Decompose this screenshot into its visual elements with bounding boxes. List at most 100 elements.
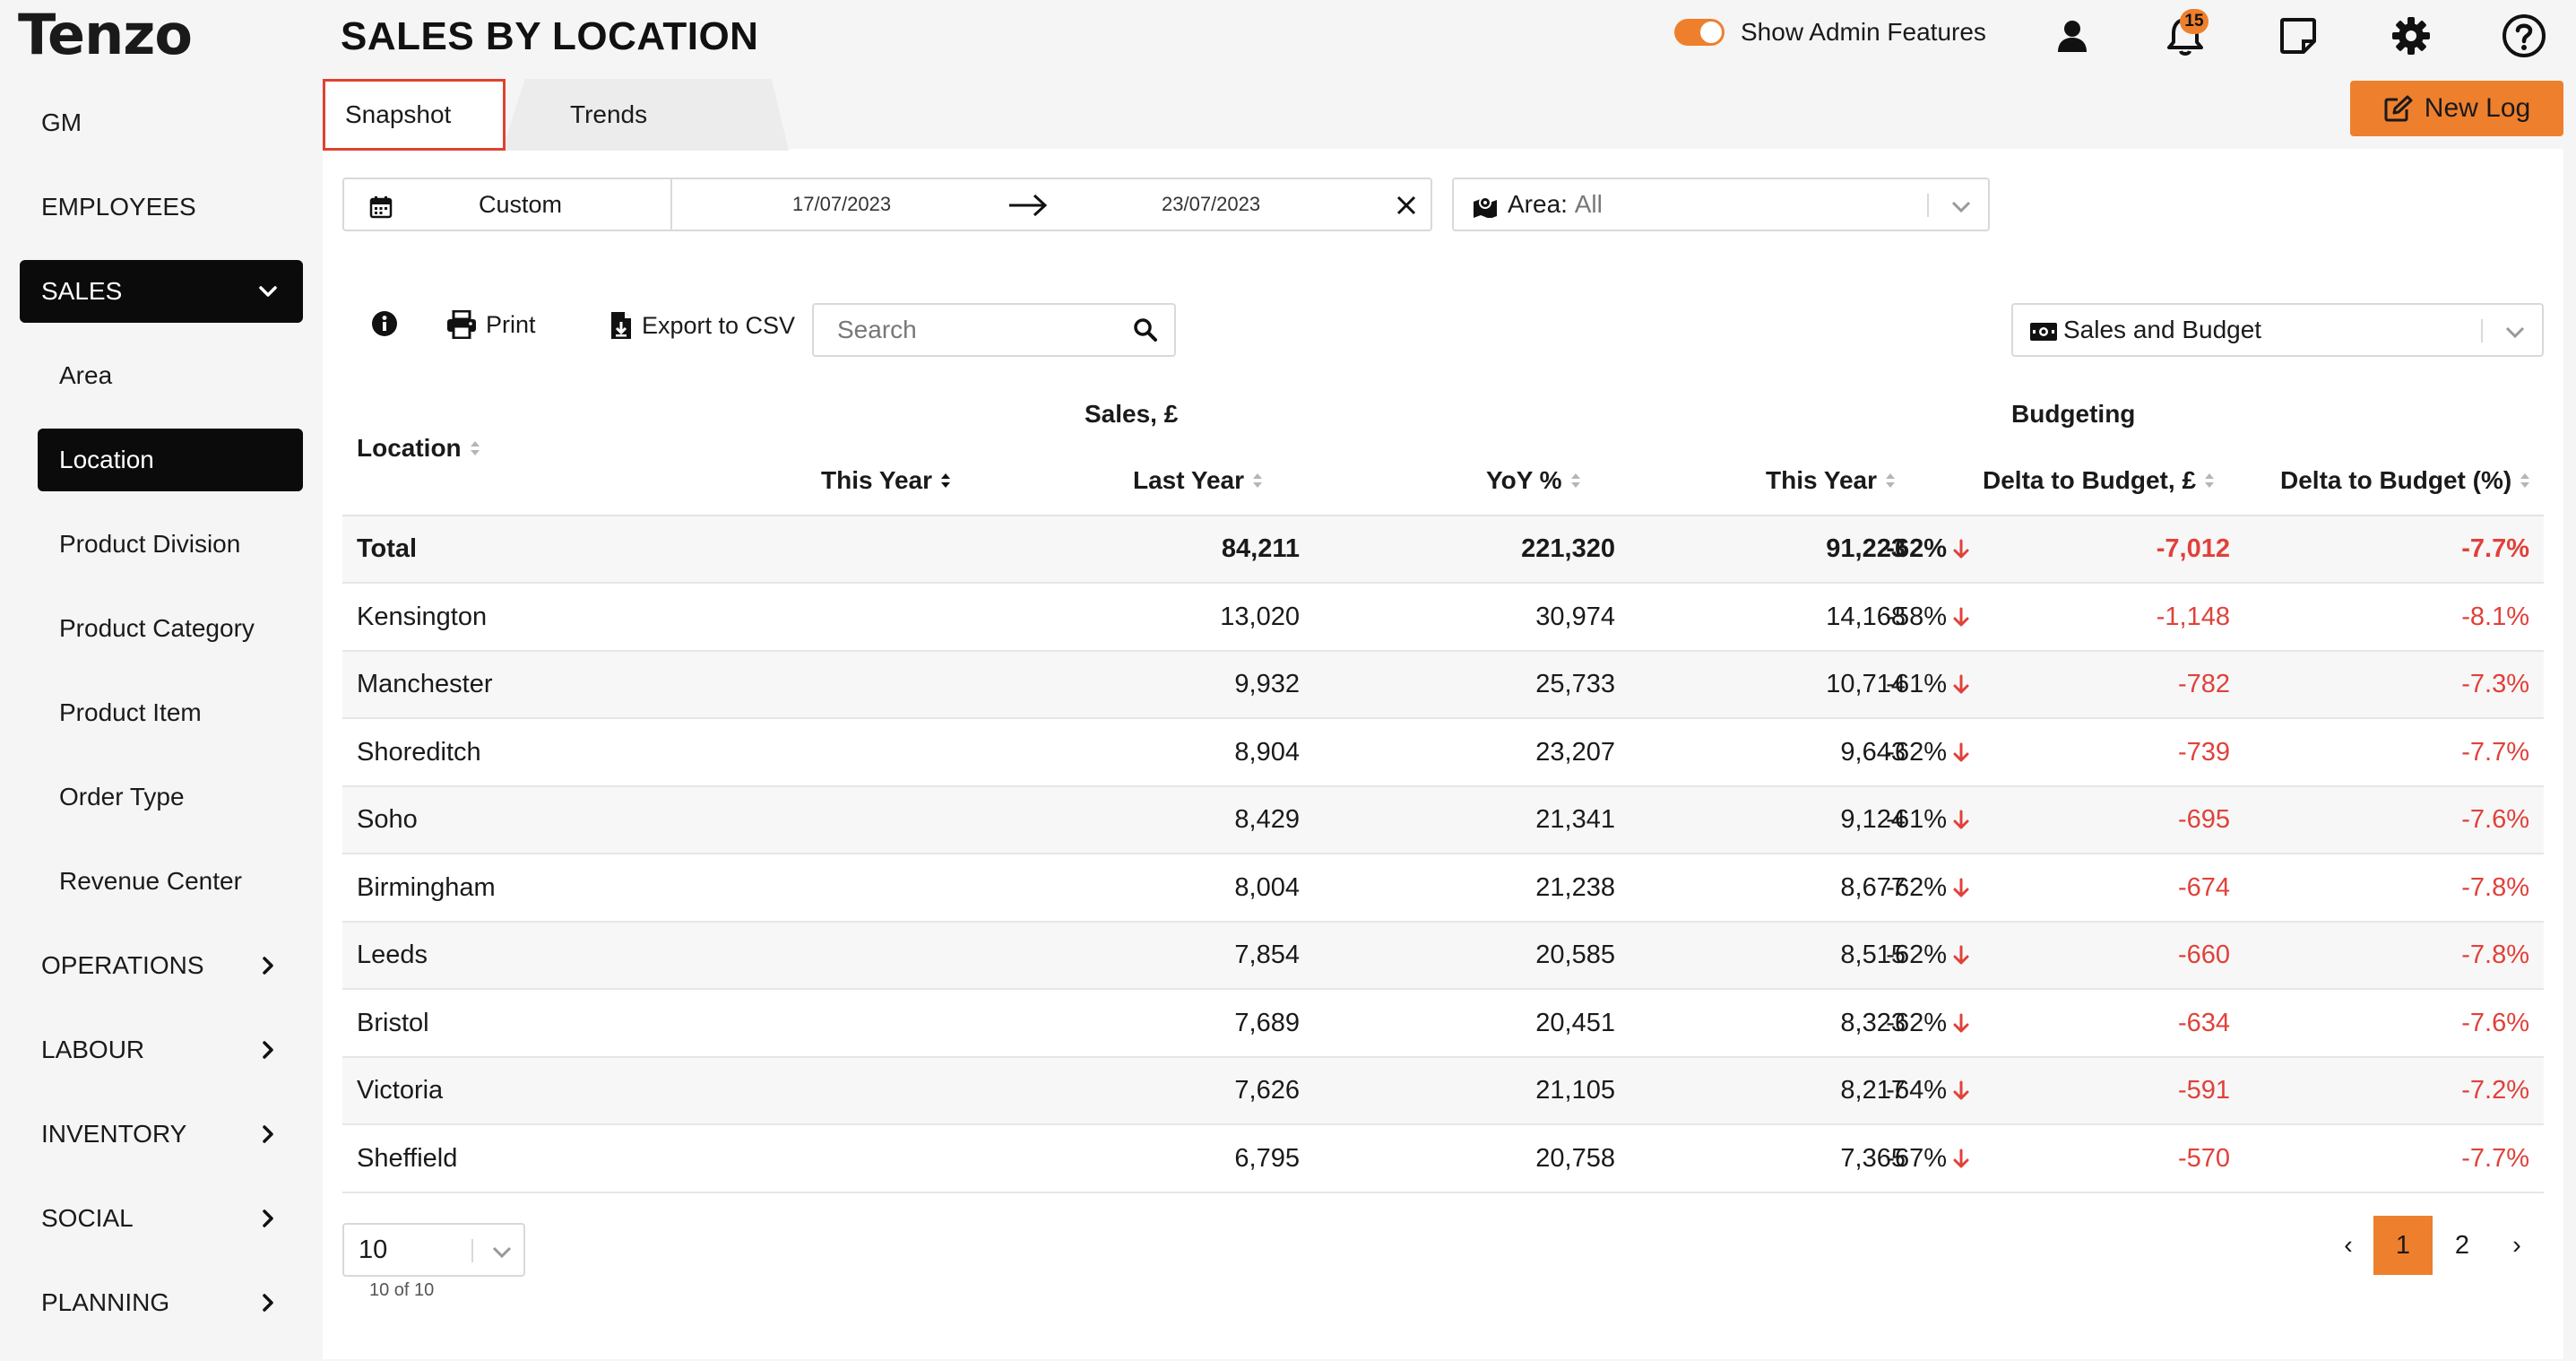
new-log-button[interactable]: New Log: [2350, 81, 2563, 136]
export-csv-button[interactable]: Export to CSV: [609, 310, 795, 341]
metric-select[interactable]: Sales and Budget: [2011, 303, 2544, 357]
map-icon: [1474, 196, 1497, 218]
col-header-label: Delta to Budget, £: [1983, 466, 2197, 494]
cell-budget-this-year: 8,677: [1840, 873, 1906, 902]
chevron-down-icon: [2505, 326, 2525, 339]
col-header-budget-this-year[interactable]: This Year: [1766, 466, 1897, 495]
cell-location: Bristol: [357, 1009, 429, 1037]
arrow-down-icon: [1952, 742, 1970, 764]
sidebar-subitem-order-type[interactable]: Order Type: [38, 766, 303, 828]
sidebar-item-inventory[interactable]: INVENTORY: [20, 1103, 303, 1166]
table-row[interactable]: Birmingham 8,004 21,238 -62% 8,677 -674 -7.8%: [342, 855, 2544, 923]
area-value: All: [1574, 190, 1603, 218]
cell-location: Leeds: [357, 941, 428, 969]
end-date-input[interactable]: 23/07/2023: [1162, 193, 1260, 216]
chevron-down-icon: [492, 1246, 512, 1259]
next-page-button[interactable]: ›: [2501, 1216, 2533, 1275]
cell-this-year: 7,626: [1234, 1076, 1300, 1105]
col-header-delta-budget-pct[interactable]: Delta to Budget (%): [2280, 466, 2531, 495]
prev-page-button[interactable]: ‹: [2332, 1216, 2364, 1275]
sidebar-subitem-area[interactable]: Area: [38, 344, 303, 407]
group-header-sales: Sales, £: [1085, 400, 1179, 428]
area-select[interactable]: Area: All: [1452, 178, 1990, 231]
sidebar-item-labour[interactable]: LABOUR: [20, 1019, 303, 1081]
table-row[interactable]: Sheffield 6,795 20,758 -67% 7,365 -570 -7.7%: [342, 1126, 2544, 1193]
col-header-last-year[interactable]: Last Year: [1133, 466, 1264, 495]
select-separator: [2481, 319, 2483, 342]
bell-icon[interactable]: 15: [2160, 9, 2210, 61]
sidebar-subitem-product-division[interactable]: Product Division: [38, 513, 303, 576]
table-row[interactable]: Bristol 7,689 20,451 -62% 8,323 -634 -7.6%: [342, 991, 2544, 1058]
info-icon[interactable]: [371, 310, 398, 337]
sort-icon: [2520, 473, 2530, 488]
sidebar-subitem-revenue-center[interactable]: Revenue Center: [38, 850, 303, 913]
col-header-this-year[interactable]: This Year: [821, 466, 952, 495]
cell-delta-budget: -674: [2177, 873, 2230, 902]
page-button-2[interactable]: 2: [2433, 1216, 2492, 1275]
metric-select-value: Sales and Budget: [2063, 316, 2262, 343]
row-count-text: 10 of 10: [369, 1280, 435, 1300]
arrow-down-icon: [1952, 810, 1970, 831]
page-title: SALES BY LOCATION: [341, 14, 759, 58]
sidebar-item-planning[interactable]: PLANNING: [20, 1271, 303, 1334]
tab-trends[interactable]: Trends: [502, 79, 789, 151]
table-total-row[interactable]: Total 84,211 221,320 -62% 91,223 -7,012 -7.7%: [342, 516, 2544, 584]
search-icon[interactable]: [1133, 317, 1158, 342]
date-range-picker: Custom 17/07/2023 23/07/2023: [342, 178, 1432, 231]
cell-delta-budget: -739: [2177, 738, 2230, 767]
gear-icon[interactable]: [2386, 11, 2436, 61]
notification-badge: 15: [2180, 9, 2209, 34]
sidebar-subitem-product-category[interactable]: Product Category: [38, 597, 303, 660]
date-preset-select[interactable]: Custom: [344, 179, 672, 230]
arrow-down-icon: [1952, 878, 1970, 899]
sidebar-subitem-location[interactable]: Location: [38, 429, 303, 491]
sort-icon: [1570, 473, 1580, 488]
cell-last-year: 21,238: [1535, 873, 1615, 902]
sidebar-item-social[interactable]: SOCIAL: [20, 1187, 303, 1250]
table-row[interactable]: Manchester 9,932 25,733 -61% 10,714 -782 -7.3%: [342, 652, 2544, 719]
note-icon[interactable]: [2273, 11, 2323, 61]
search-input[interactable]: [814, 305, 1119, 355]
user-icon[interactable]: [2047, 11, 2097, 61]
sidebar-item-operations[interactable]: OPERATIONS: [20, 934, 303, 997]
cell-delta-budget: -695: [2177, 805, 2230, 834]
sidebar-subitem-product-item[interactable]: Product Item: [38, 681, 303, 744]
cell-delta-budget: -7,012: [2156, 534, 2230, 563]
sidebar-item-sales[interactable]: SALES: [20, 260, 303, 323]
chevron-right-icon: [263, 1209, 273, 1227]
admin-features-toggle[interactable]: Show Admin Features: [1674, 18, 1986, 47]
cell-delta-budget: -570: [2177, 1144, 2230, 1173]
page-size-select[interactable]: 10: [342, 1223, 525, 1277]
area-select-value: Area: All: [1508, 190, 1603, 219]
cell-this-year: 6,795: [1234, 1144, 1300, 1173]
help-icon[interactable]: [2499, 11, 2549, 61]
cell-budget-this-year: 14,168: [1826, 602, 1906, 631]
sidebar-item-label: OPERATIONS: [41, 951, 204, 979]
start-date-input[interactable]: 17/07/2023: [792, 193, 891, 216]
table-row[interactable]: Kensington 13,020 30,974 -58% 14,168 -1,148 -8…: [342, 585, 2544, 652]
col-header-label: Delta to Budget (%): [2280, 466, 2512, 494]
col-header-delta-budget[interactable]: Delta to Budget, £: [1983, 466, 2216, 495]
close-icon[interactable]: [1395, 194, 1418, 217]
sidebar-item-gm[interactable]: GM: [20, 91, 303, 154]
col-header-location[interactable]: Location: [357, 434, 481, 463]
print-button[interactable]: Print: [446, 310, 536, 339]
cell-budget-this-year: 8,515: [1840, 941, 1906, 969]
file-download-icon: [611, 312, 631, 339]
select-separator: [471, 1239, 473, 1262]
arrow-down-icon: [1952, 1080, 1970, 1102]
col-header-yoy[interactable]: YoY %: [1486, 466, 1582, 495]
table-row[interactable]: Victoria 7,626 21,105 -64% 8,217 -591 -7.2%: [342, 1058, 2544, 1125]
table-row[interactable]: Leeds 7,854 20,585 -62% 8,515 -660 -7.8%: [342, 923, 2544, 990]
arrow-down-icon: [1952, 945, 1970, 967]
page-button-1[interactable]: 1: [2373, 1216, 2433, 1275]
table-row[interactable]: Shoreditch 8,904 23,207 -62% 9,643 -739 -7.7%: [342, 720, 2544, 787]
cell-budget-this-year: 8,217: [1840, 1076, 1906, 1105]
tenzo-logo[interactable]: Tenzo: [18, 2, 193, 74]
tab-snapshot[interactable]: Snapshot: [323, 79, 506, 151]
printer-icon: [447, 310, 476, 339]
sidebar-item-employees[interactable]: EMPLOYEES: [20, 176, 303, 238]
table-row[interactable]: Soho 8,429 21,341 -61% 9,124 -695 -7.6%: [342, 787, 2544, 854]
toggle-switch[interactable]: [1674, 19, 1725, 46]
sort-icon: [1253, 473, 1263, 488]
